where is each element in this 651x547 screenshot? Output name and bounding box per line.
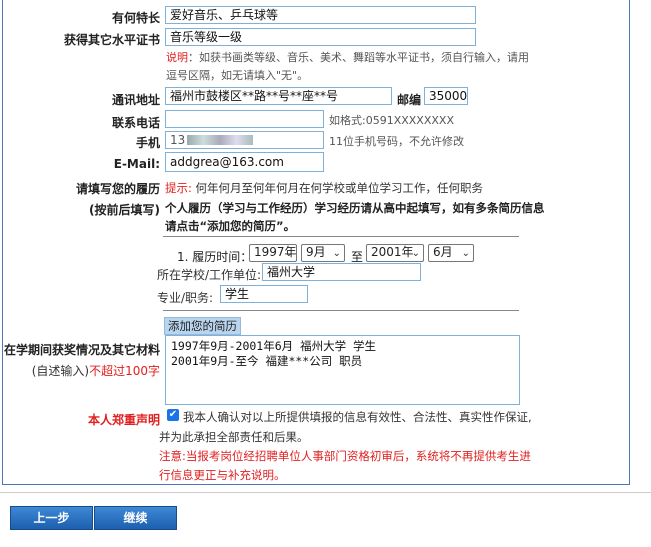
awards-sub-label-limit: 不超过100字	[89, 364, 160, 378]
resume-tip-text: 何年何月至何年何月在何学校或单位学习工作，任何职务	[195, 181, 484, 195]
phone-label: 联系电话	[111, 116, 160, 130]
resume-time-label: 1. 履历时间：	[177, 250, 253, 264]
hobby-label: 有何特长	[111, 11, 160, 25]
mobile-value: 13	[170, 133, 186, 147]
declaration-note-line1: 注意:当报考岗位经招聘单位人事部门资格初审后，系统将不再提供考生进	[159, 448, 531, 464]
end-year-value: 2001年	[371, 245, 414, 259]
mobile-hint: 11位手机号码，不允许修改	[329, 135, 464, 148]
end-year-select[interactable]: 2001年 ⌄	[366, 244, 424, 262]
declaration-note-prefix: 注意:	[159, 449, 186, 463]
start-month-value: 9月	[306, 245, 326, 259]
resume-divider-top	[163, 236, 519, 237]
checkmark-icon: ✔	[168, 409, 178, 420]
address-label: 通讯地址	[111, 93, 160, 107]
email-input[interactable]: addgrea@163.com	[165, 152, 324, 172]
mobile-blur	[187, 135, 254, 145]
awards-textarea[interactable]: 1997年9月-2001年6月 福州大学 学生 2001年9月-至今 福建***…	[165, 335, 520, 405]
certificate-label: 获得其它水平证书	[63, 33, 160, 47]
add-resume-button[interactable]: 添加您的简历	[164, 317, 241, 335]
phone-hint: 如格式:0591XXXXXXXX	[329, 114, 454, 127]
zip-label: 邮编	[397, 93, 422, 107]
mobile-input[interactable]: 13	[165, 131, 324, 149]
continue-button[interactable]: 继续	[94, 506, 177, 530]
declaration-line1: 我本人确认对以上所提供填报的信息有效性、合法性、真实性作保证,	[183, 410, 532, 424]
declaration-label: 本人郑重声明	[87, 413, 160, 427]
phone-input[interactable]	[165, 110, 324, 128]
hobby-input[interactable]: 爱好音乐、乒乓球等	[165, 6, 476, 24]
zip-input[interactable]: 350001	[424, 87, 468, 105]
awards-label: 在学期间获奖情况及其它材料	[3, 343, 160, 357]
end-month-select[interactable]: 6月 ⌄	[428, 244, 474, 262]
awards-text-line1: 1997年9月-2001年6月 福州大学 学生	[171, 339, 377, 353]
major-input[interactable]: 学生	[220, 285, 308, 303]
chevron-down-icon: ⌄	[332, 248, 341, 259]
chevron-down-icon: ⌄	[461, 248, 470, 259]
major-label: 专业/职务:	[157, 291, 214, 305]
resume-tip-line2: 个人履历（学习与工作经历）学习经历请从高中起填写，如有多条简历信息	[165, 201, 545, 215]
resume-label: 请填写您的履历	[75, 182, 160, 196]
email-label: E-Mail:	[113, 157, 160, 171]
awards-sub-label-prefix: (自述输入)	[31, 364, 90, 378]
certificate-note-prefix: 说明	[166, 51, 188, 64]
awards-sub-label: (自述输入)不超过100字	[32, 362, 160, 379]
declaration-line2: 并为此承担全部责任和后果。	[159, 430, 309, 444]
certificate-input[interactable]: 音乐等级一级	[165, 28, 476, 46]
resume-tip-line3: 请点击“添加您的简历”。	[165, 219, 296, 233]
certificate-note-line1: 说明：如获书画类等级、音乐、美术、舞蹈等水平证书，须自行输入，请用	[166, 49, 529, 65]
awards-text-line2: 2001年9月-至今 福建***公司 职员	[171, 354, 363, 368]
bottom-divider	[0, 492, 651, 493]
mobile-label: 手机	[135, 136, 160, 150]
start-month-select[interactable]: 9月 ⌄	[301, 244, 345, 262]
school-input[interactable]: 福州大学	[262, 263, 421, 281]
declaration-note-text: 当报考岗位经招聘单位人事部门资格初审后，系统将不再提供考生进	[185, 449, 531, 463]
start-year-select[interactable]: 1997年 ⌄	[249, 244, 297, 262]
chevron-down-icon: ⌄	[411, 248, 420, 259]
address-input[interactable]: 福州市鼓楼区**路**号**座**号	[165, 87, 392, 105]
certificate-note-line2: 逗号区隔，如无请填入"无"。	[166, 69, 309, 82]
school-label: 所在学校/工作单位:	[157, 268, 262, 282]
certificate-note-text: ：如获书画类等级、音乐、美术、舞蹈等水平证书，须自行输入，请用	[188, 51, 529, 64]
end-month-value: 6月	[433, 245, 453, 259]
resume-label-sub: (按前后填写)	[89, 203, 160, 217]
chevron-down-icon: ⌄	[284, 248, 293, 259]
prev-step-button[interactable]: 上一步	[10, 506, 93, 530]
resume-divider-bottom	[163, 310, 519, 311]
resume-tip-line1: 提示: 何年何月至何年何月在何学校或单位学习工作，任何职务	[165, 180, 483, 196]
declaration-checkbox[interactable]: ✔	[167, 409, 179, 421]
declaration-note-line2: 行信息更正与补充说明。	[159, 468, 286, 482]
resume-tip-prefix: 提示:	[165, 181, 192, 195]
